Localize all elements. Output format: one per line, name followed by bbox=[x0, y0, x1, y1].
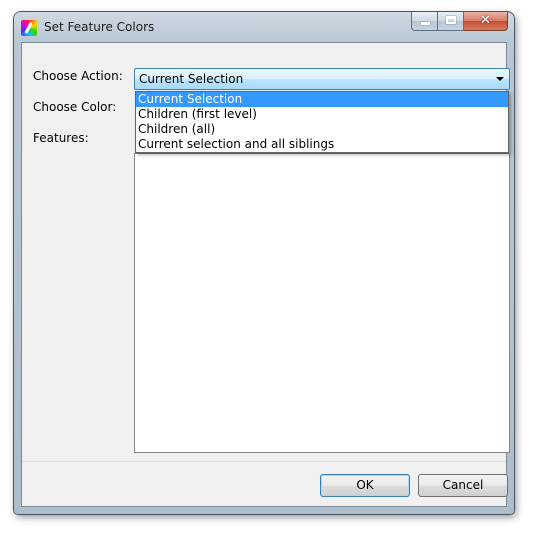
dialog-footer: OK Cancel bbox=[22, 461, 508, 506]
app-color-icon bbox=[21, 20, 37, 36]
choose-action-dropdown-list: Current Selection Children (first level)… bbox=[135, 91, 509, 153]
close-button[interactable]: ✕ bbox=[464, 12, 508, 31]
dropdown-option-selection-and-siblings[interactable]: Current selection and all siblings bbox=[136, 137, 508, 152]
choose-color-label: Choose Color: bbox=[33, 100, 117, 114]
dropdown-option-current-selection[interactable]: Current Selection bbox=[136, 92, 508, 107]
choose-action-value: Current Selection bbox=[139, 72, 244, 86]
features-list[interactable] bbox=[134, 153, 510, 453]
dialog-client-area: Choose Action: Current Selection Current… bbox=[21, 42, 510, 507]
minimize-button[interactable] bbox=[411, 12, 438, 31]
maximize-button[interactable] bbox=[438, 12, 464, 31]
minimize-icon bbox=[421, 22, 430, 25]
title-bar[interactable]: Set Feature Colors ✕ bbox=[14, 12, 514, 42]
choose-action-combobox[interactable]: Current Selection bbox=[134, 68, 510, 90]
dropdown-option-children-first-level[interactable]: Children (first level) bbox=[136, 107, 508, 122]
cancel-button[interactable]: Cancel bbox=[418, 474, 508, 497]
chevron-down-icon[interactable] bbox=[496, 77, 504, 81]
window-title: Set Feature Colors bbox=[44, 20, 155, 34]
features-label: Features: bbox=[33, 131, 89, 145]
dialog-window: Set Feature Colors ✕ Choose Action: Curr… bbox=[14, 12, 514, 514]
caption-buttons: ✕ bbox=[411, 12, 508, 32]
ok-button[interactable]: OK bbox=[320, 474, 410, 497]
maximize-icon bbox=[446, 16, 456, 24]
choose-action-label: Choose Action: bbox=[33, 69, 123, 83]
dropdown-option-children-all[interactable]: Children (all) bbox=[136, 122, 508, 137]
close-icon: ✕ bbox=[480, 13, 491, 28]
